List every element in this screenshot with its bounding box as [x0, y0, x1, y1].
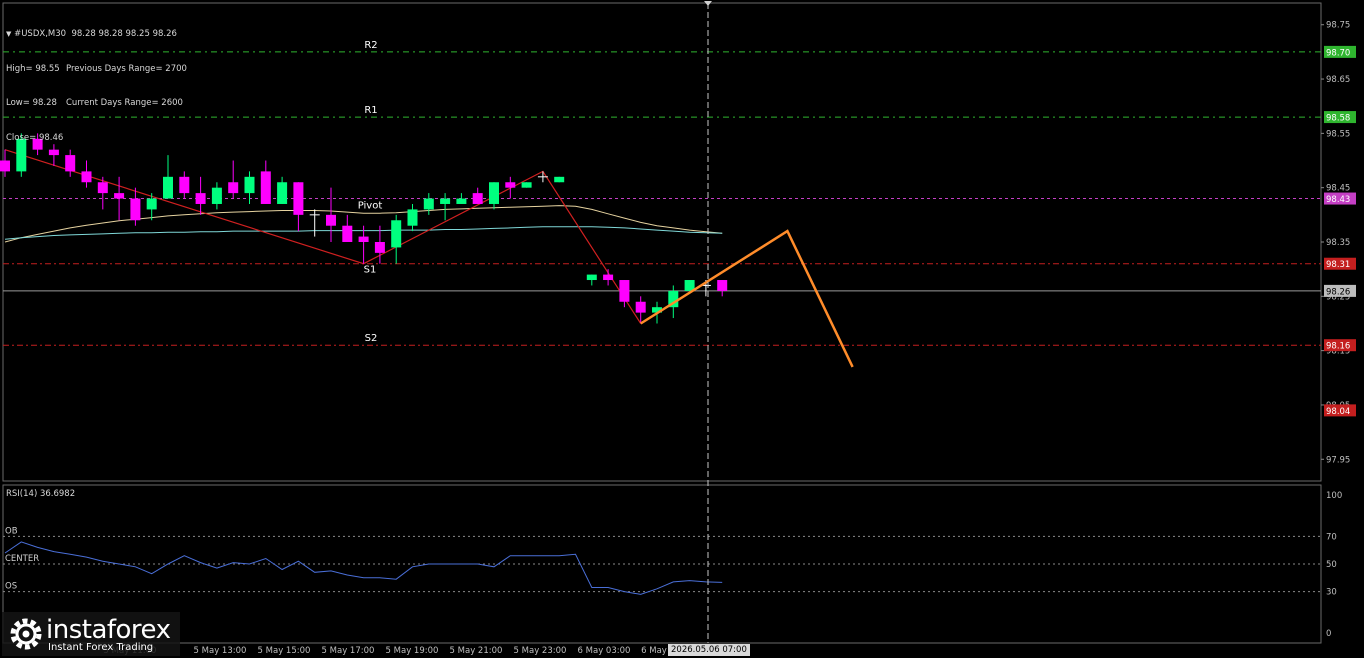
candle-bull [407, 209, 418, 226]
candle-bear [326, 214, 336, 226]
brand-watermark: instaforex Instant Forex Trading [2, 612, 180, 656]
candle-bear [293, 182, 304, 215]
price-tag-s1: 98.31 [1326, 260, 1350, 270]
low-label: Low= 98.28 [6, 98, 57, 108]
chart-canvas[interactable]: R2 R1 Pivot S1 S2 98.75 98.65 98.55 98.45 98.35 9… [0, 0, 1364, 658]
candle-bear [260, 171, 271, 204]
candle-bull [277, 182, 288, 204]
brand-name: instaforex [46, 615, 171, 645]
price-tick-label: 98.65 [1326, 75, 1350, 85]
cursor-time-label: 2026.05.06 07:00 [668, 644, 750, 656]
time-label: 5 May 13:00 [194, 646, 247, 656]
brand-tagline: Instant Forex Trading [48, 642, 154, 653]
candle-bull [440, 198, 451, 204]
candle-bull [146, 198, 157, 210]
candle-bear [228, 182, 239, 194]
candle-bull [423, 198, 434, 210]
price-panel[interactable]: R2 R1 Pivot S1 S2 98.75 98.65 98.55 98.45 98.35 9… [0, 2, 1356, 482]
price-tag-s2: 98.16 [1326, 342, 1350, 352]
rsi-tick-label: 50 [1326, 560, 1337, 570]
candle-bear [81, 171, 92, 183]
rsi-level-label-center: CENTER [5, 554, 39, 564]
time-label: 5 May 17:00 [322, 646, 375, 656]
price-tick-label: 98.75 [1326, 21, 1350, 31]
time-label: 5 May 23:00 [514, 646, 567, 656]
time-label: 5 May 15:00 [258, 646, 311, 656]
price-tick-label: 98.35 [1326, 238, 1350, 248]
price-tag-current: 98.26 [1326, 287, 1350, 297]
price-tick-label: 97.95 [1326, 455, 1350, 465]
time-axis: 5 May 11:005 May 13:005 May 15:005 May 1… [104, 646, 667, 656]
price-tag-r1: 98.58 [1326, 114, 1350, 124]
price-tick-label: 98.55 [1326, 129, 1350, 139]
symbol-line: ▼ #USDX,M30 98.28 98.28 98.25 98.26 [6, 29, 187, 41]
price-tag-pivot: 98.43 [1326, 195, 1350, 205]
candle-bear [130, 198, 141, 221]
candle-bull [391, 220, 402, 248]
level-label-s2: S2 [365, 333, 378, 344]
rsi-title: RSI(14) 36.6982 [6, 489, 76, 499]
candle-bear [603, 274, 614, 281]
level-label-r1: R1 [364, 105, 377, 116]
candle-bull [521, 182, 532, 188]
time-label: 5 May 21:00 [450, 646, 503, 656]
candle-bear [505, 182, 516, 188]
candle-bear [179, 176, 190, 194]
candle-bull [554, 176, 565, 183]
candle-bull [456, 198, 467, 204]
rsi-panel[interactable]: OB CENTER OS 100 70 50 30 0 [2, 484, 1342, 644]
candle-bear [114, 193, 125, 199]
candle-bear [0, 160, 10, 172]
candle-bear [717, 280, 728, 291]
high-label: High= 98.55 [6, 63, 60, 74]
rsi-tick-label: 100 [1326, 491, 1342, 501]
price-tag-r2: 98.70 [1326, 48, 1350, 58]
time-label: 6 May 03:00 [578, 646, 631, 656]
candle-bull [163, 176, 173, 199]
symbol-values: #USDX,M30 98.28 98.28 98.25 98.26 [14, 29, 177, 39]
candle-bear [619, 280, 630, 302]
level-label-s1: S1 [364, 265, 377, 276]
level-label-r2: R2 [364, 40, 377, 51]
candle-bear [374, 242, 385, 253]
price-tag-s3: 98.04 [1326, 407, 1350, 417]
candle-bull [586, 274, 597, 281]
chart-header: ▼ #USDX,M30 98.28 98.28 98.25 98.26 High… [6, 6, 187, 156]
candle-bear [97, 182, 108, 194]
level-label-pivot: Pivot [358, 201, 383, 212]
cur-range-label: Current Days Range= 2600 [66, 98, 183, 108]
candle-bear [472, 193, 483, 204]
candle-bear [195, 193, 206, 204]
candle-bull [211, 187, 222, 204]
candle-bear [635, 301, 646, 313]
rsi-level-label-os: OS [5, 582, 17, 592]
candle-bear [358, 236, 369, 242]
close-label: Close= 98.46 [6, 132, 64, 143]
gear-icon [10, 618, 42, 650]
zigzag-line [4, 149, 642, 324]
time-label: 6 May [641, 646, 667, 656]
candle-bull [244, 176, 255, 194]
rsi-tick-label: 70 [1326, 532, 1337, 542]
candle-bull [489, 182, 499, 204]
candle-bear [342, 225, 353, 242]
candle-bear [65, 155, 76, 172]
rsi-line [4, 541, 723, 595]
rsi-tick-label: 30 [1326, 588, 1337, 598]
rsi-level-label-ob: OB [5, 526, 18, 536]
price-tick-label: 98.45 [1326, 184, 1350, 194]
rsi-tick-label: 0 [1326, 629, 1331, 639]
prev-range-label: Previous Days Range= 2700 [66, 63, 187, 74]
chevron-down-icon[interactable]: ▼ [6, 30, 11, 38]
time-label: 5 May 19:00 [386, 646, 439, 656]
